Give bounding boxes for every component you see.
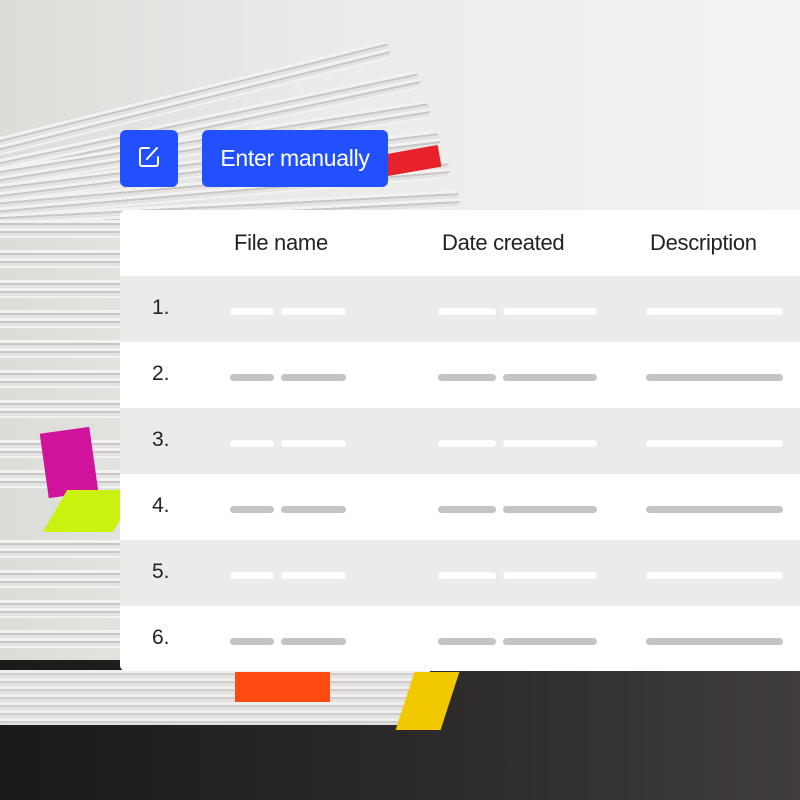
edit-square-icon [136,144,162,173]
column-header-description[interactable]: Description [650,230,757,256]
description-placeholder [646,308,783,315]
table-header: File name Date created Description [120,210,800,276]
table-row[interactable]: 6. [120,606,800,671]
date-created-placeholder [503,374,597,381]
row-index: 5. [152,560,170,583]
file-name-placeholder [230,572,274,579]
date-created-placeholder [438,374,496,381]
description-placeholder [646,374,783,381]
column-header-file-name[interactable]: File name [234,230,328,256]
date-created-placeholder [503,440,597,447]
date-created-placeholder [438,506,496,513]
date-created-placeholder [438,638,496,645]
row-index: 4. [152,494,170,517]
table-row[interactable]: 2. [120,342,800,408]
description-placeholder [646,506,783,513]
row-index: 6. [152,626,170,649]
date-created-placeholder [503,308,597,315]
file-name-placeholder [230,440,274,447]
table-row[interactable]: 4. [120,474,800,540]
description-placeholder [646,440,783,447]
table-row[interactable]: 5. [120,540,800,606]
date-created-placeholder [503,638,597,645]
row-index: 1. [152,296,170,319]
date-created-placeholder [503,506,597,513]
file-name-placeholder [281,572,346,579]
date-created-placeholder [503,572,597,579]
file-name-placeholder [230,308,274,315]
description-placeholder [646,572,783,579]
sticky-tab-magenta [39,426,99,499]
files-table: File name Date created Description 1. 2. 3… [120,210,800,671]
file-name-placeholder [281,638,346,645]
row-index: 2. [152,362,170,385]
enter-manually-button[interactable]: Enter manually [202,130,388,187]
date-created-placeholder [438,440,496,447]
edit-button[interactable] [120,130,178,187]
file-name-placeholder [230,638,274,645]
file-name-placeholder [281,308,346,315]
sticky-tab-orange [235,672,330,702]
date-created-placeholder [438,572,496,579]
file-name-placeholder [230,374,274,381]
column-header-date-created[interactable]: Date created [442,230,565,256]
file-name-placeholder [230,506,274,513]
file-name-placeholder [281,440,346,447]
file-name-placeholder [281,374,346,381]
row-index: 3. [152,428,170,451]
table-row[interactable]: 3. [120,408,800,474]
table-row[interactable]: 1. [120,276,800,342]
date-created-placeholder [438,308,496,315]
file-name-placeholder [281,506,346,513]
description-placeholder [646,638,783,645]
